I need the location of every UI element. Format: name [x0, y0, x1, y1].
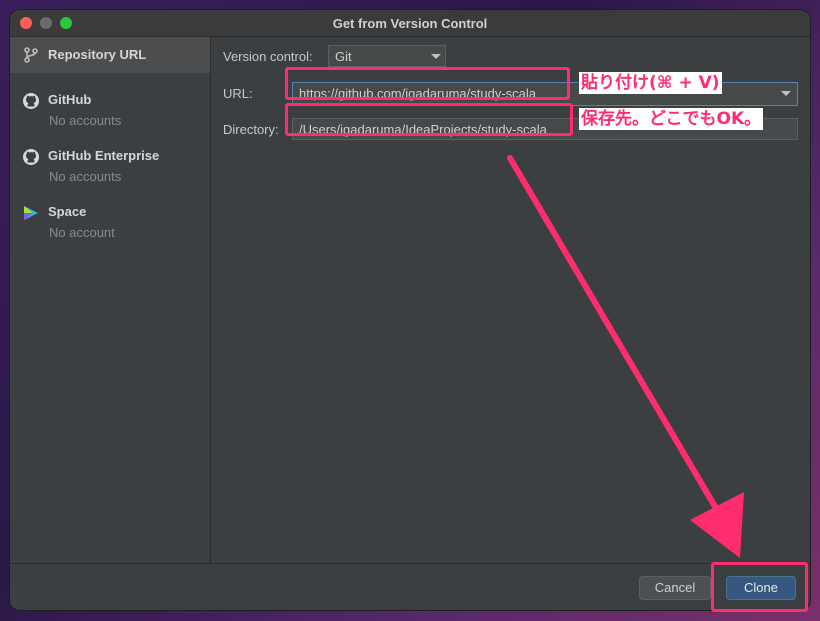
pointer-arrow-shaft: [507, 155, 723, 518]
arrow-overlay: [507, 155, 744, 558]
pointer-arrow-head: [690, 492, 744, 558]
